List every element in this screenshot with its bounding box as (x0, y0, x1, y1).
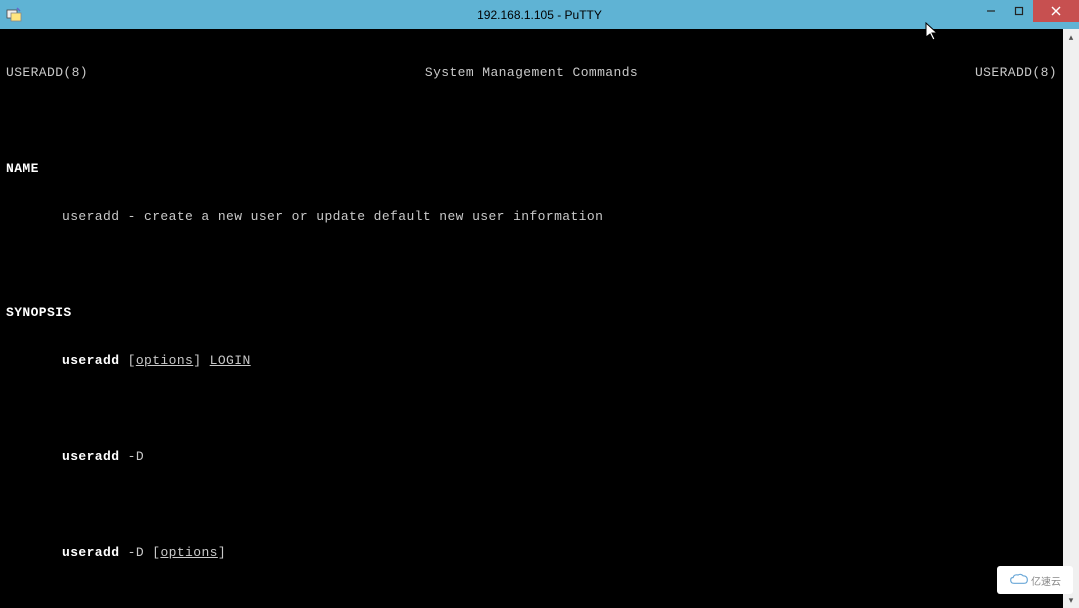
synopsis-cmd: useradd (62, 353, 119, 368)
synopsis-flag: -D (128, 449, 144, 464)
synopsis-login: LOGIN (210, 353, 251, 368)
window-title: 192.168.1.105 - PuTTY (0, 8, 1079, 22)
maximize-button[interactable] (1005, 0, 1033, 22)
header-left: USERADD(8) (6, 65, 88, 81)
section-name: NAME (6, 161, 39, 176)
terminal-output[interactable]: USERADD(8) System Management Commands US… (0, 29, 1063, 608)
header-center: System Management Commands (425, 65, 638, 81)
watermark-text: 亿速云 (1031, 573, 1061, 588)
synopsis-opt: options (136, 353, 193, 368)
section-synopsis: SYNOPSIS (6, 305, 72, 320)
name-line: useradd - create a new user or update de… (62, 209, 603, 224)
scrollbar[interactable]: ▴ ▾ (1063, 29, 1079, 608)
synopsis-flag: -D (128, 545, 144, 560)
scroll-up-arrow-icon[interactable]: ▴ (1063, 29, 1079, 45)
header-right: USERADD(8) (975, 65, 1057, 81)
scroll-down-arrow-icon[interactable]: ▾ (1063, 592, 1079, 608)
synopsis-opt: options (160, 545, 217, 560)
window-controls (977, 0, 1079, 22)
watermark-badge: 亿速云 (997, 566, 1073, 594)
minimize-button[interactable] (977, 0, 1005, 22)
scroll-track[interactable] (1063, 45, 1079, 592)
synopsis-cmd: useradd (62, 545, 119, 560)
synopsis-cmd: useradd (62, 449, 119, 464)
title-bar[interactable]: 192.168.1.105 - PuTTY (0, 0, 1079, 29)
terminal-wrapper: USERADD(8) System Management Commands US… (0, 29, 1079, 608)
man-header: USERADD(8) System Management Commands US… (6, 65, 1057, 81)
app-icon (6, 7, 22, 23)
close-button[interactable] (1033, 0, 1079, 22)
